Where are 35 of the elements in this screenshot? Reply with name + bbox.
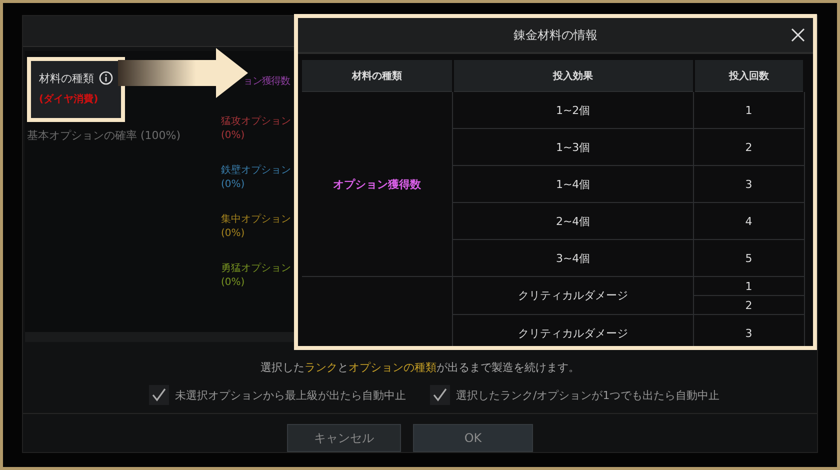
checkbox[interactable] <box>430 385 450 405</box>
effect-cell: 1~3個 <box>452 128 694 166</box>
notice-text: 選択したランク と オプションの種類が出るまで製造を続けます。 <box>260 360 580 375</box>
count-cell: 4 <box>694 202 804 240</box>
info-icon[interactable] <box>99 71 113 86</box>
effect-cell: 1~4個 <box>452 166 694 202</box>
column-header: 投入回数 <box>694 60 804 92</box>
count-cell: 1 <box>694 276 804 296</box>
checkbox-label: 未選択オプションから最上級が出たら自動中止 <box>175 388 406 402</box>
checkbox-label: 選択したランク/オプションが1つでも出たら自動中止 <box>456 388 720 402</box>
base-option-rate: 基本オプションの確率 (100%) <box>27 128 182 143</box>
material-name: オプション獲得数 <box>333 178 422 190</box>
cost-note: (ダイヤ消費) <box>39 92 100 106</box>
effect-cell: 2~4個 <box>452 202 694 240</box>
option-label[interactable]: ョン獲得数 <box>243 74 290 89</box>
popup-title: 錬金材料の情報 <box>514 26 598 44</box>
effect-cell: 1~2個 <box>452 92 694 128</box>
effect-cell: クリティカルダメージ <box>452 276 694 314</box>
ok-button[interactable]: OK <box>413 424 533 452</box>
option-label[interactable]: 勇猛オプション (0%) <box>221 262 291 290</box>
count-cell: 3 <box>694 166 804 202</box>
close-icon[interactable] <box>791 28 805 42</box>
option-label[interactable]: 鉄壁オプション (0%) <box>221 164 291 192</box>
count-cell: 2 <box>694 128 804 166</box>
column-header: 投入効果 <box>452 60 694 92</box>
option-label[interactable]: 集中オプション (0%) <box>221 212 291 241</box>
effect-cell: 3~4個 <box>452 240 694 276</box>
count-cell: 5 <box>694 240 804 276</box>
cancel-button[interactable]: キャンセル <box>287 424 401 452</box>
material-type-label: 材料の種類 <box>39 70 94 86</box>
checkbox[interactable] <box>149 385 169 405</box>
count-cell: 2 <box>694 296 804 314</box>
column-header: 材料の種類 <box>302 60 453 92</box>
count-cell: 1 <box>694 92 804 128</box>
option-label[interactable]: 猛攻オプション (0%) <box>221 114 291 143</box>
